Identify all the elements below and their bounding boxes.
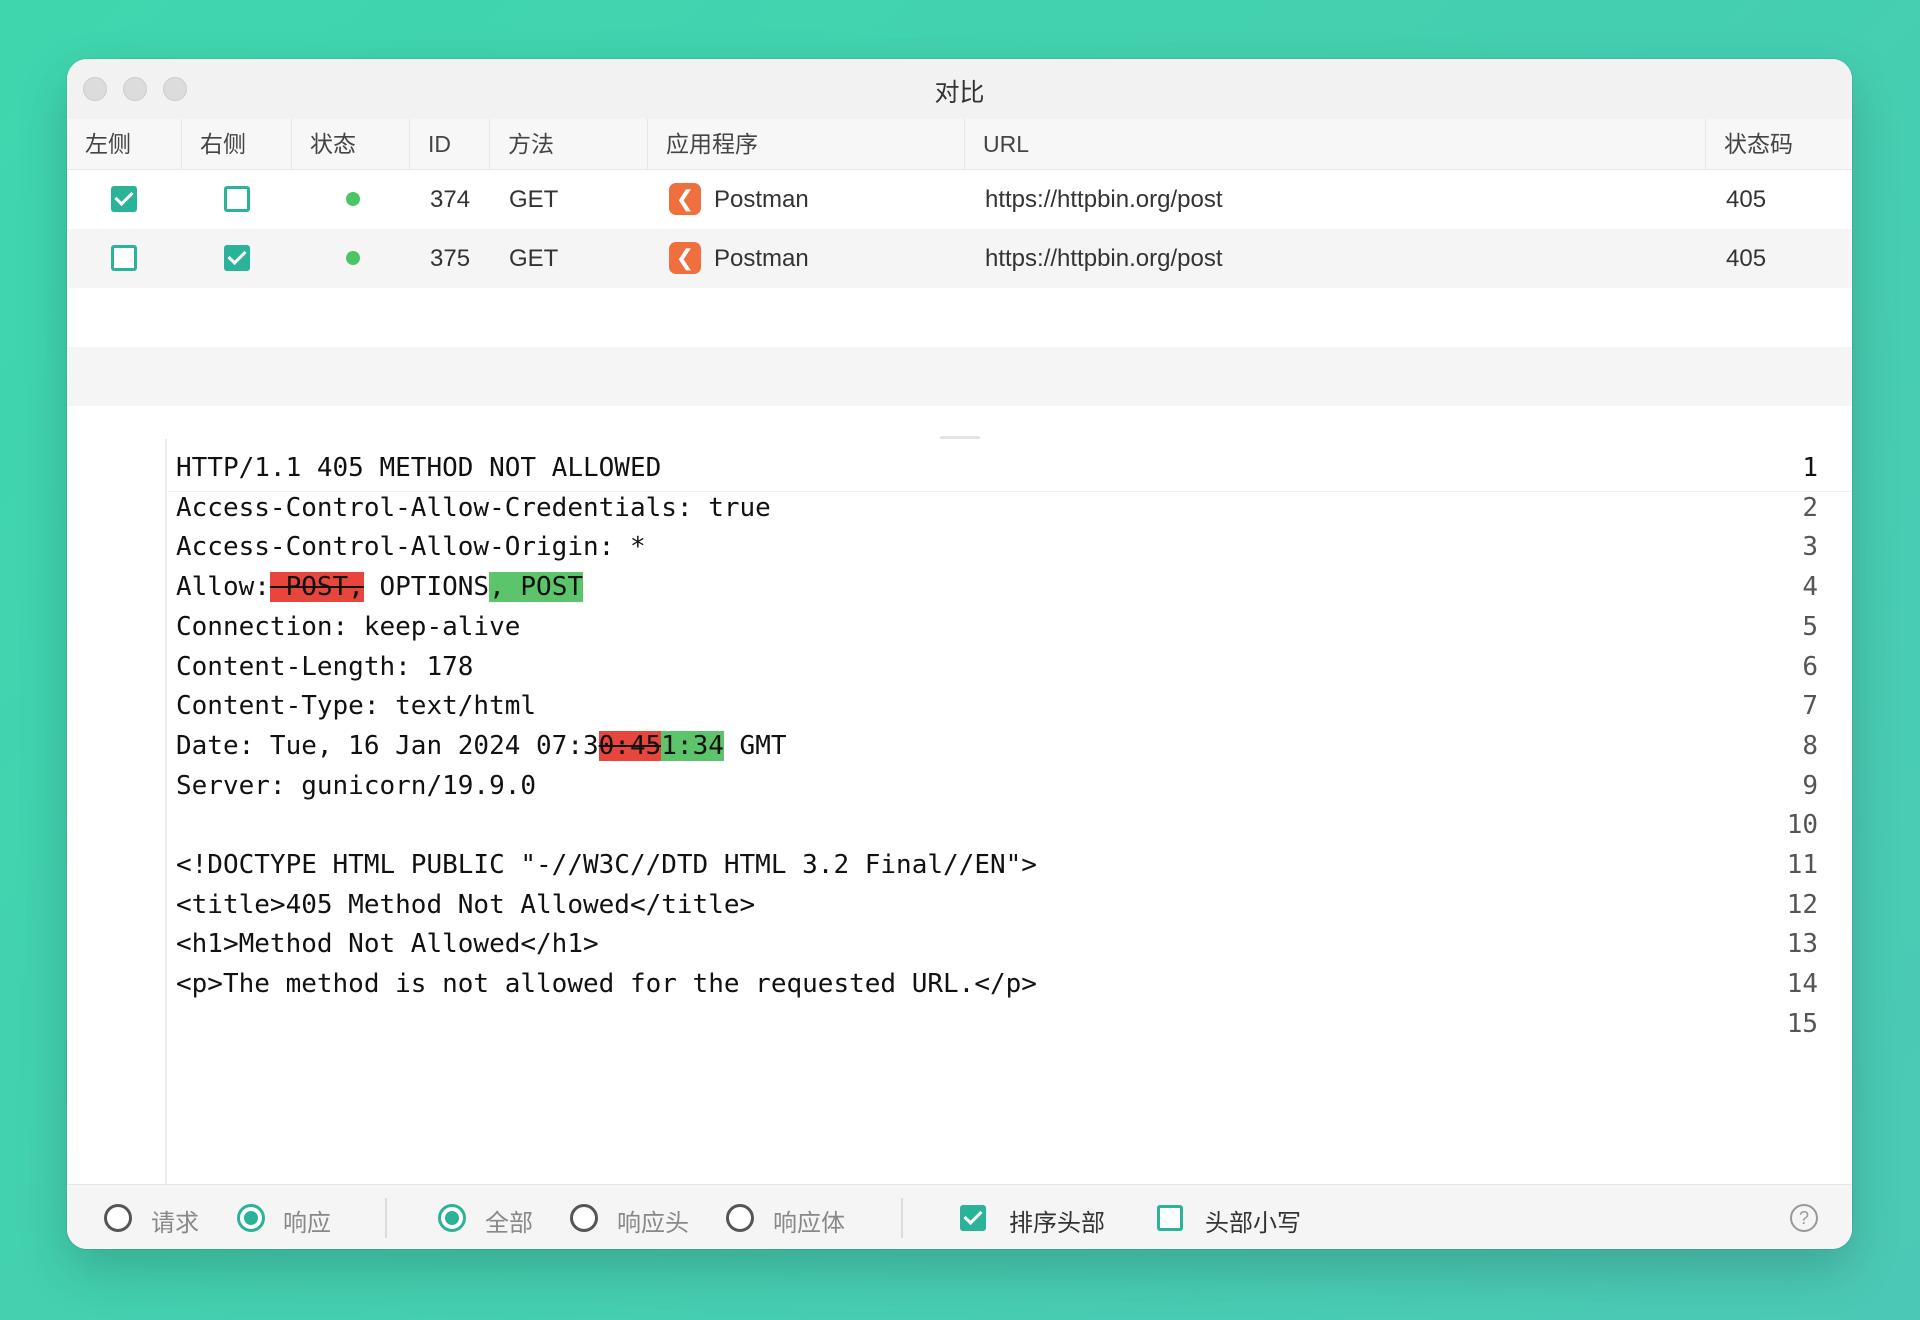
- postman-icon: ❮: [669, 242, 701, 274]
- separator: [385, 1198, 387, 1238]
- response-body-radio[interactable]: [726, 1204, 754, 1232]
- response-radio[interactable]: [237, 1204, 265, 1232]
- all-label[interactable]: 全部: [485, 1203, 533, 1238]
- deleted-text: 0:45: [598, 731, 662, 761]
- line-number: 8: [1802, 731, 1818, 761]
- line-number: 7: [1802, 691, 1818, 721]
- compare-window: 对比 左侧 右侧 状态 ID 方法 应用程序 URL 状态码 374 GET ❮…: [67, 59, 1852, 1249]
- status-code: 405: [1726, 186, 1767, 213]
- left-checkbox[interactable]: [111, 245, 137, 271]
- request-id: 374: [430, 186, 471, 213]
- code-line: Access-Control-Allow-Credentials: true: [176, 493, 771, 523]
- request-method: GET: [509, 245, 559, 272]
- response-headers-radio[interactable]: [570, 1204, 598, 1232]
- empty-row: [67, 288, 1852, 347]
- response-label[interactable]: 响应: [283, 1203, 331, 1238]
- column-header-status-code[interactable]: 状态码: [1706, 119, 1852, 169]
- request-url: https://httpbin.org/post: [985, 245, 1223, 272]
- column-header-right[interactable]: 右侧: [182, 119, 292, 169]
- code-line: Access-Control-Allow-Origin: *: [176, 532, 646, 562]
- column-header-status[interactable]: 状态: [292, 119, 410, 169]
- diff-editor[interactable]: 1 2 3 4 5 6 7 8 9 10 11 12 13 14 15 HTTP…: [67, 439, 1852, 1184]
- line-number: 6: [1802, 652, 1818, 682]
- code-line: Content-Length: 178: [176, 652, 474, 682]
- empty-row: [67, 347, 1852, 406]
- right-checkbox[interactable]: [224, 245, 250, 271]
- code-line: <p>The method is not allowed for the req…: [176, 969, 1037, 999]
- code-line: Allow: POST, OPTIONS, POST: [176, 572, 583, 602]
- code-text: Date: Tue, 16 Jan 2024 07:3: [176, 731, 599, 761]
- code-line: Content-Type: text/html: [176, 691, 537, 721]
- request-radio[interactable]: [104, 1204, 132, 1232]
- status-dot: [346, 251, 360, 265]
- status-dot: [346, 192, 360, 206]
- line-number: 5: [1802, 612, 1818, 642]
- line-number: 14: [1786, 969, 1818, 999]
- line-number: 1: [1802, 453, 1818, 483]
- all-radio[interactable]: [438, 1204, 466, 1232]
- request-method: GET: [509, 186, 559, 213]
- right-checkbox[interactable]: [224, 186, 250, 212]
- response-body-label[interactable]: 响应体: [773, 1203, 845, 1238]
- response-headers-label[interactable]: 响应头: [617, 1203, 689, 1238]
- request-label[interactable]: 请求: [151, 1203, 199, 1238]
- code-line: <title>405 Method Not Allowed</title>: [176, 890, 756, 920]
- column-header-url[interactable]: URL: [965, 119, 1706, 169]
- status-code: 405: [1726, 245, 1767, 272]
- line-number: 9: [1802, 771, 1818, 801]
- code-line: HTTP/1.1 405 METHOD NOT ALLOWED: [176, 453, 662, 483]
- app-name: Postman: [714, 245, 809, 272]
- table-row[interactable]: 375 GET ❮ Postman https://httpbin.org/po…: [67, 229, 1852, 288]
- window-title: 对比: [934, 79, 985, 107]
- sort-headers-checkbox[interactable]: [960, 1205, 986, 1231]
- app-name: Postman: [714, 186, 809, 213]
- line-number: 13: [1786, 929, 1818, 959]
- table-header: 左侧 右侧 状态 ID 方法 应用程序 URL 状态码: [67, 119, 1852, 170]
- line-number: 12: [1786, 890, 1818, 920]
- added-text: , POST: [489, 572, 583, 602]
- column-header-app[interactable]: 应用程序: [648, 119, 965, 169]
- sort-headers-label[interactable]: 排序头部: [1009, 1203, 1105, 1238]
- request-table: 左侧 右侧 状态 ID 方法 应用程序 URL 状态码 374 GET ❮ Po…: [67, 119, 1852, 489]
- options-bar: 请求 响应 全部 响应头 响应体 排序头部 头部小写 ?: [67, 1184, 1852, 1249]
- line-number: 11: [1786, 850, 1818, 880]
- help-icon[interactable]: ?: [1790, 1204, 1818, 1232]
- line-number: 15: [1786, 1009, 1818, 1039]
- titlebar: 对比: [67, 59, 1852, 120]
- added-text: 1:34: [661, 731, 724, 761]
- deleted-text: POST,: [269, 572, 364, 602]
- code-line: Server: gunicorn/19.9.0: [176, 771, 537, 801]
- code-text: OPTIONS: [363, 572, 490, 602]
- line-number: 4: [1802, 572, 1818, 602]
- separator: [901, 1198, 903, 1238]
- lowercase-headers-label[interactable]: 头部小写: [1205, 1203, 1301, 1238]
- line-number: 3: [1802, 532, 1818, 562]
- code-line: Date: Tue, 16 Jan 2024 07:30:451:34 GMT: [176, 731, 787, 761]
- request-url: https://httpbin.org/post: [985, 186, 1223, 213]
- left-checkbox[interactable]: [111, 186, 137, 212]
- code-line: <!DOCTYPE HTML PUBLIC "-//W3C//DTD HTML …: [176, 850, 1037, 880]
- code-text: GMT: [723, 731, 787, 761]
- lowercase-headers-checkbox[interactable]: [1157, 1205, 1183, 1231]
- column-header-id[interactable]: ID: [410, 119, 490, 169]
- table-row[interactable]: 374 GET ❮ Postman https://httpbin.org/po…: [67, 170, 1852, 229]
- column-header-left[interactable]: 左侧: [67, 119, 182, 169]
- line-number-gutter: [67, 439, 167, 1184]
- postman-icon: ❮: [669, 183, 701, 215]
- request-id: 375: [430, 245, 471, 272]
- line-number: 10: [1786, 810, 1818, 840]
- code-line: <h1>Method Not Allowed</h1>: [176, 929, 599, 959]
- code-line: Connection: keep-alive: [176, 612, 521, 642]
- line-number: 2: [1802, 493, 1818, 523]
- code-text: Allow:: [176, 572, 270, 602]
- column-header-method[interactable]: 方法: [490, 119, 648, 169]
